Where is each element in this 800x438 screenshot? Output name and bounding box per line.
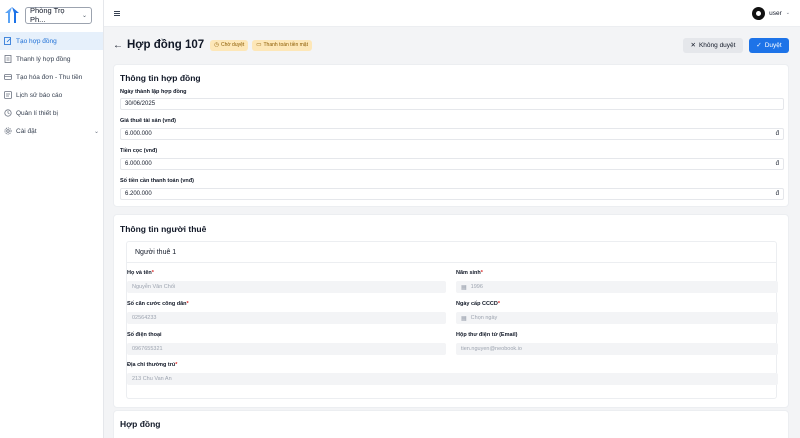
id-number-label: Số căn cước công dân* xyxy=(127,301,189,307)
page-title: Hợp đồng 107 xyxy=(127,39,205,51)
sidebar-item-label: Thanh lý hợp đồng xyxy=(16,55,71,63)
tenant-name-field[interactable]: Nguyễn Văn Chối xyxy=(127,281,446,293)
property-select-value: Phòng Trọ Ph... xyxy=(30,6,65,24)
avatar xyxy=(752,6,766,20)
top-bar: user ⌄ xyxy=(104,0,800,27)
contract-date-value: 30/06/2025 xyxy=(125,101,156,107)
id-issue-date-picker[interactable]: ▦ Chọn ngày xyxy=(456,312,778,324)
property-select[interactable]: Phòng Trọ Ph... ⌄ xyxy=(25,6,92,24)
id-issue-date-placeholder: Chọn ngày xyxy=(470,315,498,321)
contract-info-card: Thông tin hợp đồng Ngày thành lập hợp đồ… xyxy=(113,64,789,207)
contract-date-field[interactable]: 30/06/2025 xyxy=(120,98,784,110)
contract-info-title: Thông tin hợp đồng xyxy=(120,73,201,83)
reject-button-label: Không duyệt xyxy=(698,41,736,49)
tenant-1-card: Người thuê 1 Họ và tên* Nguyễn Văn Chối … xyxy=(126,241,778,399)
address-field[interactable]: 213 Chu Van An xyxy=(127,373,778,385)
tenant-1-title: Người thuê 1 xyxy=(135,249,177,256)
status-badge: ◷ Chờ duyệt xyxy=(210,39,249,51)
status-badge-label: Chờ duyệt xyxy=(221,42,245,48)
chevron-down-icon: ⌄ xyxy=(93,128,99,135)
check-icon: ✓ xyxy=(756,42,762,49)
sidebar-item-label: Cài đặt xyxy=(16,127,37,135)
deposit-value: 6.000.000 xyxy=(125,161,152,167)
sidebar-item-create-invoice[interactable]: Tạo hóa đơn - Thu tiền xyxy=(0,68,103,86)
deposit-field[interactable]: 6.000.000 đ xyxy=(120,158,784,170)
reject-button[interactable]: ✕ Không duyệt xyxy=(683,37,743,53)
sidebar-item-label: Lịch sử báo cáo xyxy=(16,91,63,99)
currency-suffix: đ xyxy=(775,131,779,137)
receipt-icon xyxy=(4,73,12,81)
user-name: user xyxy=(769,9,782,17)
birth-year-label: Năm sinh* xyxy=(456,270,483,276)
chevron-down-icon: ⌄ xyxy=(81,12,87,19)
document-icon xyxy=(4,55,12,63)
amount-due-field[interactable]: 6.200.000 đ xyxy=(120,188,784,200)
phone-label: Số điện thoại xyxy=(127,332,162,338)
rent-price-field[interactable]: 6.000.000 đ xyxy=(120,128,784,140)
sidebar-item-settings[interactable]: Cài đặt ⌄ xyxy=(0,122,103,140)
currency-suffix: đ xyxy=(775,191,779,197)
sidebar: Phòng Trọ Ph... ⌄ Tạo hợp đồng Thanh lý … xyxy=(0,0,104,438)
id-number-value: 02564233 xyxy=(132,315,157,321)
sidebar-item-create-contract[interactable]: Tạo hợp đồng xyxy=(0,32,103,50)
calendar-icon: ▦ xyxy=(461,284,467,291)
sidebar-item-label: Tạo hợp đồng xyxy=(16,37,57,45)
id-number-field[interactable]: 02564233 xyxy=(127,312,446,324)
calendar-icon: ▦ xyxy=(461,315,467,322)
device-icon xyxy=(4,109,12,117)
approve-button-label: Duyệt xyxy=(764,41,782,49)
contract-card: Hợp đồng xyxy=(113,410,789,438)
tenant-info-card: Thông tin người thuê Người thuê 1 Họ và … xyxy=(113,214,789,408)
email-field[interactable]: tien.nguyen@neobook.io xyxy=(456,343,778,355)
back-arrow-icon[interactable]: ← xyxy=(113,40,123,51)
contract-date-label: Ngày thành lập hợp đồng xyxy=(120,89,187,95)
address-value: 213 Chu Van An xyxy=(132,376,172,382)
menu-toggle-icon[interactable] xyxy=(114,10,120,16)
sidebar-item-label: Tạo hóa đơn - Thu tiền xyxy=(16,73,83,81)
chevron-down-icon: ⌄ xyxy=(785,10,790,16)
sidebar-item-device-management[interactable]: Quản lí thiết bị xyxy=(0,104,103,122)
sidebar-item-label: Quản lí thiết bị xyxy=(16,109,58,117)
address-label: Địa chỉ thường trú* xyxy=(127,362,178,368)
birth-year-value: 1996 xyxy=(470,284,483,290)
divider xyxy=(127,262,776,263)
payment-method-badge: ▭ Thanh toán tiền mặt xyxy=(252,39,312,51)
tenant-info-title: Thông tin người thuê xyxy=(120,224,207,234)
sidebar-item-liquidate-contract[interactable]: Thanh lý hợp đồng xyxy=(0,50,103,68)
id-issue-date-label: Ngày cấp CCCD* xyxy=(456,301,501,307)
email-value: tien.nguyen@neobook.io xyxy=(461,346,522,352)
rent-price-label: Giá thuê tài sản (vnđ) xyxy=(120,118,176,124)
approve-button[interactable]: ✓ Duyệt xyxy=(749,37,789,53)
contract-section-title: Hợp đồng xyxy=(120,419,161,429)
birth-year-field[interactable]: ▦ 1996 xyxy=(456,281,778,293)
rent-price-value: 6.000.000 xyxy=(125,131,152,137)
sidebar-item-report-history[interactable]: Lịch sử báo cáo xyxy=(0,86,103,104)
amount-due-label: Số tiền cần thanh toán (vnđ) xyxy=(120,178,194,184)
logo-row: Phòng Trọ Ph... ⌄ xyxy=(0,0,103,30)
email-label: Hộp thư điện tử (Email) xyxy=(456,332,518,338)
deposit-label: Tiền cọc (vnđ) xyxy=(120,148,158,154)
history-icon xyxy=(4,91,12,99)
currency-suffix: đ xyxy=(775,161,779,167)
amount-due-value: 6.200.000 xyxy=(125,191,152,197)
clock-icon: ◷ xyxy=(214,42,219,48)
edit-icon xyxy=(4,37,12,45)
user-menu[interactable]: user ⌄ xyxy=(752,6,790,20)
cash-icon: ▭ xyxy=(256,42,262,48)
tenant-name-label: Họ và tên* xyxy=(127,270,154,276)
app-logo-icon xyxy=(4,6,20,24)
phone-value: 0967655321 xyxy=(132,346,163,352)
page-header: ← Hợp đồng 107 ◷ Chờ duyệt ▭ Thanh toán … xyxy=(113,37,789,53)
payment-method-label: Thanh toán tiền mặt xyxy=(263,42,308,48)
tenant-name-value: Nguyễn Văn Chối xyxy=(132,284,176,290)
close-icon: ✕ xyxy=(690,42,696,49)
gear-icon xyxy=(4,127,12,135)
phone-field[interactable]: 0967655321 xyxy=(127,343,446,355)
header-actions: ✕ Không duyệt ✓ Duyệt xyxy=(683,37,789,53)
